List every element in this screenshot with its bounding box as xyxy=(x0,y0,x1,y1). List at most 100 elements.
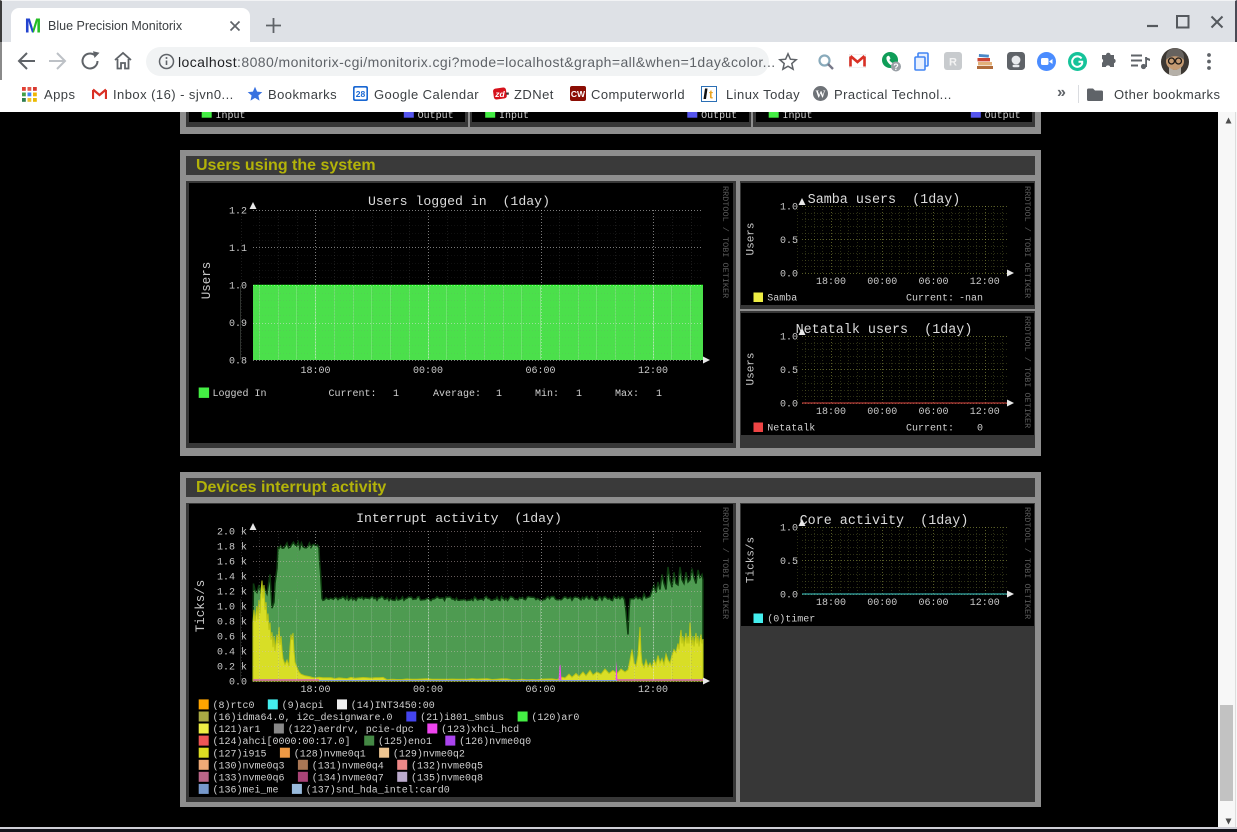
svg-text:1: 1 xyxy=(495,389,501,400)
svg-text:28: 28 xyxy=(356,89,366,99)
svg-text:06:00: 06:00 xyxy=(525,685,555,696)
svg-text:1.8 k: 1.8 k xyxy=(216,542,246,554)
svg-text:0.2 k: 0.2 k xyxy=(216,662,246,674)
svg-text:Ticks/s: Ticks/s xyxy=(194,580,208,633)
svg-text:0.5: 0.5 xyxy=(780,236,798,247)
svg-text:12:00: 12:00 xyxy=(637,685,667,696)
svg-text:(123)xhci_hcd: (123)xhci_hcd xyxy=(441,724,519,736)
svg-text:1.4 k: 1.4 k xyxy=(216,572,246,584)
svg-text:0.0: 0.0 xyxy=(228,678,246,689)
svg-text:1.6 k: 1.6 k xyxy=(216,557,246,569)
svg-text:1.2 k: 1.2 k xyxy=(216,587,246,599)
svg-text:18:00: 18:00 xyxy=(816,598,846,609)
svg-text:(127)i915: (127)i915 xyxy=(212,748,266,760)
svg-text:CW: CW xyxy=(571,89,586,99)
svg-text:R: R xyxy=(949,57,957,69)
svg-text:Current:: Current: xyxy=(906,424,954,435)
svg-text:0.5: 0.5 xyxy=(780,366,798,377)
svg-text:1.0: 1.0 xyxy=(780,202,798,213)
svg-text:00:00: 00:00 xyxy=(412,685,442,696)
svg-text:(137)snd_hda_intel:card0: (137)snd_hda_intel:card0 xyxy=(305,785,449,797)
svg-text:0.8: 0.8 xyxy=(228,357,246,368)
svg-text:Current:: Current: xyxy=(906,293,954,304)
svg-text:Samba users (1day): Samba users (1day) xyxy=(808,193,961,208)
svg-text:Input: Input xyxy=(215,112,245,122)
svg-text:Netatalk users (1day): Netatalk users (1day) xyxy=(796,323,973,338)
svg-text:06:00: 06:00 xyxy=(918,598,948,609)
svg-text:Output: Output xyxy=(984,112,1020,122)
svg-text:12:00: 12:00 xyxy=(970,277,1000,288)
svg-text:Interrupt activity (1day): Interrupt activity (1day) xyxy=(356,511,562,526)
svg-text:Output: Output xyxy=(417,112,453,122)
svg-text:1.2: 1.2 xyxy=(228,207,246,218)
svg-text:1.0: 1.0 xyxy=(780,523,798,534)
svg-text:18:00: 18:00 xyxy=(816,277,846,288)
svg-text:12:00: 12:00 xyxy=(970,598,1000,609)
svg-text:(130)nvme0q3: (130)nvme0q3 xyxy=(212,760,284,772)
svg-text:0.5: 0.5 xyxy=(780,557,798,568)
svg-text:Average:: Average: xyxy=(433,389,481,400)
svg-text:(128)nvme0q1: (128)nvme0q1 xyxy=(293,748,365,760)
svg-text:06:00: 06:00 xyxy=(918,407,948,418)
svg-text:06:00: 06:00 xyxy=(525,366,555,377)
svg-text:-nan: -nan xyxy=(959,293,983,304)
svg-text:1.0 k: 1.0 k xyxy=(216,602,246,614)
svg-text:00:00: 00:00 xyxy=(867,598,897,609)
svg-text:(133)nvme0q6: (133)nvme0q6 xyxy=(212,772,284,784)
svg-text:00:00: 00:00 xyxy=(412,366,442,377)
svg-text:(136)mei_me: (136)mei_me xyxy=(212,785,278,797)
svg-text:Ticks/s: Ticks/s xyxy=(746,536,758,582)
svg-text:(0)timer: (0)timer xyxy=(767,613,815,625)
svg-text:12:00: 12:00 xyxy=(637,366,667,377)
svg-text:(124)ahci[0000:00:17.0]: (124)ahci[0000:00:17.0] xyxy=(212,736,350,748)
svg-text:(125)eno1: (125)eno1 xyxy=(378,736,432,748)
svg-text:Output: Output xyxy=(701,112,737,122)
svg-text:18:00: 18:00 xyxy=(300,685,330,696)
svg-text:0.9: 0.9 xyxy=(228,319,246,330)
svg-text:?: ? xyxy=(893,62,899,72)
svg-text:zd: zd xyxy=(494,89,505,99)
svg-text:0.0: 0.0 xyxy=(780,400,798,411)
svg-text:Users: Users xyxy=(200,262,214,300)
svg-text:00:00: 00:00 xyxy=(867,277,897,288)
svg-text:1: 1 xyxy=(575,389,581,400)
svg-text:(131)nvme0q4: (131)nvme0q4 xyxy=(311,760,383,772)
svg-text:12:00: 12:00 xyxy=(970,407,1000,418)
svg-text:(120)ar0: (120)ar0 xyxy=(531,712,579,724)
svg-text:RRDTOOL / TOBI OETIKER: RRDTOOL / TOBI OETIKER xyxy=(720,186,730,298)
svg-text:Logged In: Logged In xyxy=(212,388,266,400)
svg-text:t: t xyxy=(709,88,713,102)
svg-text:0.6 k: 0.6 k xyxy=(216,632,246,644)
svg-text:Current:: Current: xyxy=(328,389,376,400)
svg-text:1: 1 xyxy=(392,389,398,400)
svg-text:0.0: 0.0 xyxy=(780,269,798,280)
svg-text:(16)idma64.0, i2c_designware.0: (16)idma64.0, i2c_designware.0 xyxy=(212,712,392,724)
svg-text:W: W xyxy=(816,89,826,100)
svg-text:Max:: Max: xyxy=(615,389,639,400)
svg-text:0.8 k: 0.8 k xyxy=(216,617,246,629)
svg-text:(134)nvme0q7: (134)nvme0q7 xyxy=(311,772,383,784)
svg-text:Users: Users xyxy=(746,222,758,255)
svg-text:(8)rtc0: (8)rtc0 xyxy=(212,700,254,712)
svg-text:(135)nvme0q8: (135)nvme0q8 xyxy=(411,772,483,784)
svg-text:RRDTOOL / TOBI OETIKER: RRDTOOL / TOBI OETIKER xyxy=(1022,507,1032,619)
svg-text:Core activity (1day): Core activity (1day) xyxy=(800,514,969,529)
svg-text:Min:: Min: xyxy=(535,388,559,400)
svg-text:(126)nvme0q0: (126)nvme0q0 xyxy=(459,736,531,748)
svg-text:Users logged in (1day): Users logged in (1day) xyxy=(367,194,549,209)
svg-text:(14)INT3450:00: (14)INT3450:00 xyxy=(350,700,434,712)
svg-text:RRDTOOL / TOBI OETIKER: RRDTOOL / TOBI OETIKER xyxy=(1022,186,1032,298)
svg-text:18:00: 18:00 xyxy=(816,407,846,418)
svg-text:1.1: 1.1 xyxy=(228,244,246,255)
svg-text:(21)i801_smbus: (21)i801_smbus xyxy=(420,712,504,724)
svg-text:(129)nvme0q2: (129)nvme0q2 xyxy=(392,748,464,760)
svg-text:1.0: 1.0 xyxy=(780,333,798,344)
svg-text:06:00: 06:00 xyxy=(918,277,948,288)
svg-text:(9)acpi: (9)acpi xyxy=(281,700,323,712)
svg-text:18:00: 18:00 xyxy=(300,366,330,377)
svg-text:0: 0 xyxy=(977,424,983,435)
svg-text:Input: Input xyxy=(499,112,529,122)
svg-text:(122)aerdrv, pcie-dpc: (122)aerdrv, pcie-dpc xyxy=(287,724,413,736)
svg-text:0.4 k: 0.4 k xyxy=(216,647,246,659)
svg-text:Users: Users xyxy=(746,352,758,385)
